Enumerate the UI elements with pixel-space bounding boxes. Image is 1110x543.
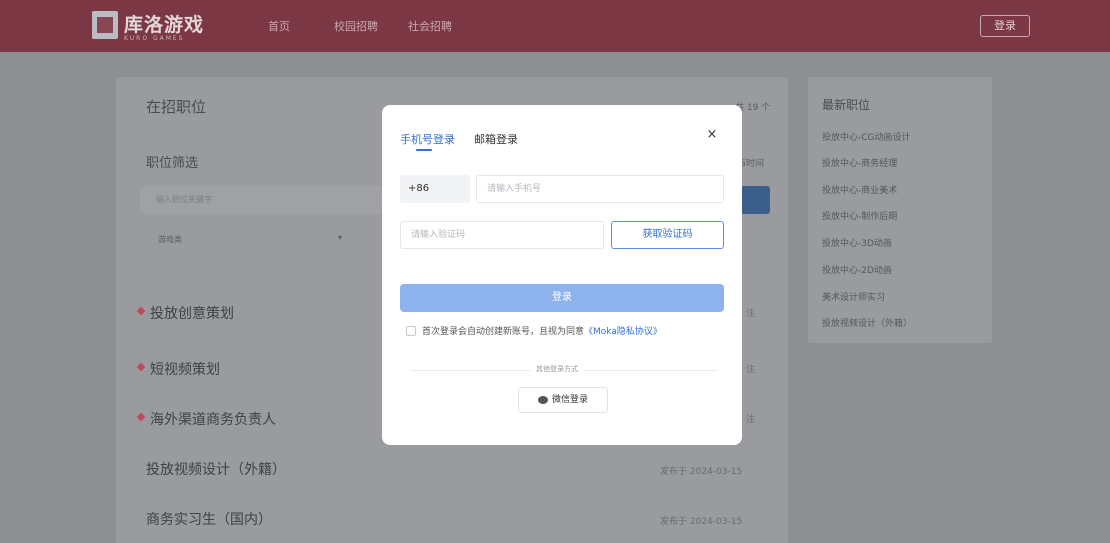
logo-icon [92,11,118,39]
search-button[interactable] [740,186,770,214]
sidebar-job-link[interactable]: 美术设计师实习 [822,290,885,303]
get-code-button[interactable]: 获取验证码 [611,221,724,249]
chevron-down-icon: ▾ [338,233,343,242]
job-date: 发布于 2024-03-15 [660,467,743,477]
category-select[interactable]: 游戏类 ▾ [140,226,360,254]
top-navigation-bar: 库洛游戏 KURO GAMES 首页 校园招聘 社会招聘 登录 [0,0,1110,52]
job-search-input[interactable]: 输入职位关键字 [140,186,390,214]
job-date: 注 [746,365,756,375]
section-title: 在招职位 [146,98,207,116]
login-submit-button[interactable]: 登录 [400,284,724,312]
job-title[interactable]: 商务实习生（国内） [146,509,272,529]
sidebar-title: 最新职位 [822,98,871,112]
agreement-text: 首次登录会自动创建新账号，且视为同意《Moka隐私协议》 [422,324,662,337]
nav-link-social[interactable]: 社会招聘 [408,18,452,34]
nav-link-campus[interactable]: 校园招聘 [334,18,378,34]
job-title[interactable]: 短视频策划 [150,359,220,379]
phone-input[interactable]: 请输入手机号 [476,175,724,203]
sidebar-job-link[interactable]: 投放中心-3D动画 [822,236,892,249]
privacy-policy-link[interactable]: 《Moka隐私协议》 [584,327,662,337]
logo-subtitle: KURO GAMES [124,35,185,42]
job-date: · 注 [740,309,755,319]
wechat-login-label: 微信登录 [551,395,588,405]
search-placeholder: 输入职位关键字 [156,195,212,204]
header-login-button[interactable]: 登录 [980,15,1030,37]
sidebar-job-link[interactable]: 投放中心-商业美术 [822,183,897,196]
logo-text: 库洛游戏 [124,14,205,36]
job-date: 注 [746,415,756,425]
login-modal: 手机号登录 邮箱登录 × +86 请输入手机号 请输入验证码 获取验证码 登录 … [382,105,742,445]
sidebar-job-link[interactable]: 投放中心-2D动画 [822,263,892,276]
close-icon[interactable]: × [704,127,720,143]
job-title[interactable]: 投放视频设计（外籍） [146,459,286,479]
nav-link-home[interactable]: 首页 [268,18,290,34]
agreement-checkbox[interactable] [406,326,416,336]
sidebar-job-link[interactable]: 投放视频设计（外籍） [822,316,912,329]
sidebar-job-link[interactable]: 投放中心-商务经理 [822,156,897,169]
category-select-value: 游戏类 [158,235,182,244]
job-title[interactable]: 海外渠道商务负责人 [150,409,276,429]
active-tab-indicator [416,149,432,151]
other-login-methods-label: 其他登录方式 [530,364,584,374]
job-date: 发布于 2024-03-15 [660,517,743,527]
brand-logo[interactable]: 库洛游戏 KURO GAMES [92,11,205,42]
wechat-login-button[interactable]: 微信登录 [518,387,608,413]
verification-code-input[interactable]: 请输入验证码 [400,221,604,249]
job-title[interactable]: 投放创意策划 [150,303,234,323]
sidebar-job-link[interactable]: 投放中心-制作后期 [822,209,897,222]
tab-email-login[interactable]: 邮箱登录 [474,131,518,147]
filter-title: 职位筛选 [146,156,199,171]
sidebar-job-link[interactable]: 投放中心-CG动画设计 [822,130,911,143]
country-code-select[interactable]: +86 [400,175,470,203]
tab-phone-login[interactable]: 手机号登录 [400,131,455,147]
agreement-label: 首次登录会自动创建新账号，且视为同意 [422,327,585,337]
wechat-icon [537,395,548,404]
